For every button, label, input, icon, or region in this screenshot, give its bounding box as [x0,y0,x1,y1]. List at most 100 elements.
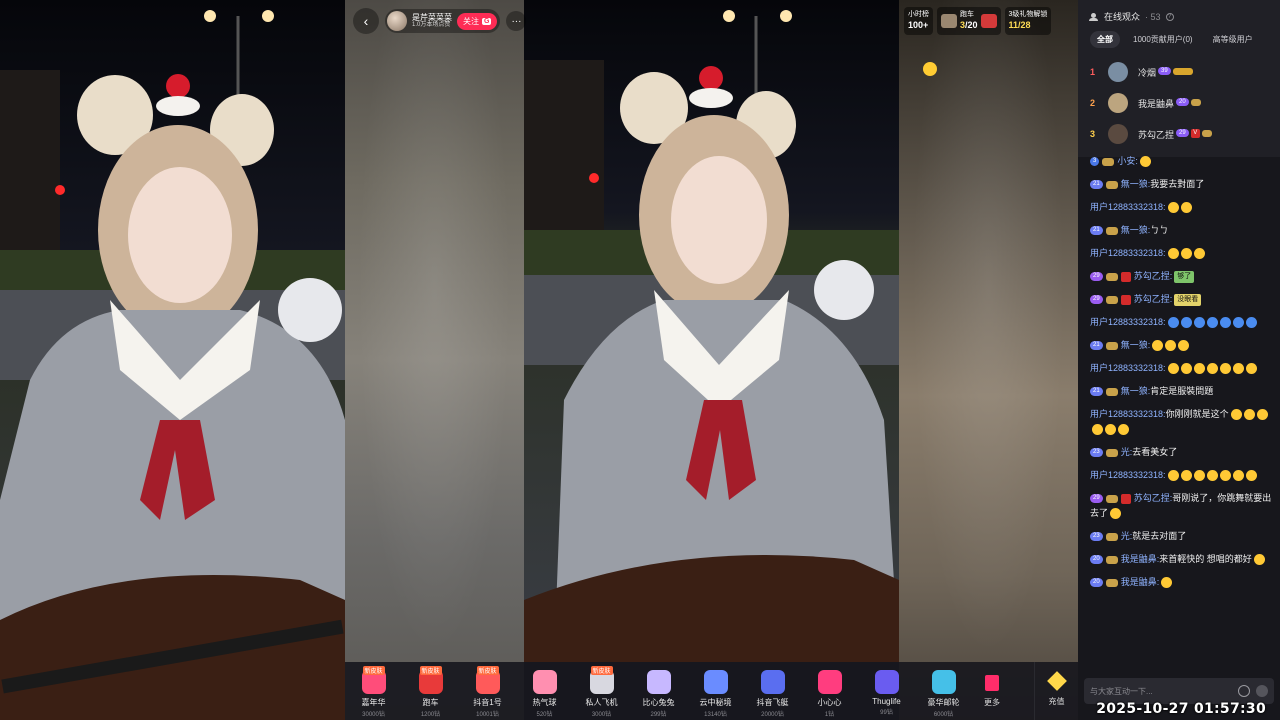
chat-username[interactable]: 我是鼬鼻: [1121,577,1160,587]
fan-badge-icon [1102,157,1115,166]
chat-username[interactable]: 苏勾乙捏: [1134,493,1173,503]
gift-price: 520钻 [536,712,553,718]
stream-video-center [524,0,899,662]
chat-username[interactable]: 用户12883332318: [1090,409,1166,419]
chat-username[interactable]: 用户12883332318: [1090,202,1166,212]
gift-price: 1钻 [824,712,835,718]
chat-username[interactable]: 用户12883332318: [1090,248,1166,258]
chat-username[interactable]: 無一狼: [1121,386,1151,396]
level-badge: 29 [1176,129,1189,138]
tab-high-level[interactable]: 高等级用户 [1206,31,1260,48]
help-icon[interactable]: ? [1165,12,1174,21]
fan-badge-icon [1105,180,1118,189]
fan-badge-icon [1105,494,1118,503]
chat-message: 21 無一狼:ㄅㄅ [1090,223,1272,238]
gift-item[interactable]: Thuglife 99钻 [858,664,915,718]
gift-item[interactable]: 比心兔兔 299钻 [630,664,687,718]
sports-car-icon [980,14,997,28]
level-badge: 21 [1090,387,1103,397]
chat-username[interactable]: 用户12883332318: [1090,317,1166,327]
audience-title: 在线观众 [1104,12,1141,22]
gift-price: 299钻 [650,712,667,718]
more-gifts-button[interactable]: 更多 [974,664,1010,708]
chat-text: ㄅㄅ [1150,225,1169,235]
emoji-icon [1245,317,1257,329]
chat-input[interactable] [1090,686,1233,696]
gift-item[interactable]: 小心心 1钻 [801,664,858,718]
chat-feed: 3 小安: 21 無一狼:我要去對面了 用户12883332318: 21 無一狼:ㄅㄅ 用户… [1078,154,1280,672]
gift-item[interactable]: 云中秘境 13140钻 [687,664,744,718]
gift-item[interactable]: 新皮肤 私人飞机 3000钻 [573,664,630,718]
emoji-icon [1110,508,1122,520]
emoji-icon [1161,577,1173,589]
recharge-button[interactable]: 充值 [1034,662,1078,720]
gift-name: 跑车 [422,698,439,707]
chat-username[interactable]: 無一狼: [1121,225,1151,235]
chat-username[interactable]: 我是鼬鼻: [1121,554,1160,564]
chat-message: 23 光:去看美女了 [1090,445,1272,460]
hourly-rank-title: 小时榜 [908,11,929,19]
hourly-rank-chip[interactable]: 小时榜 100+ [904,7,933,35]
gift-item[interactable]: 新皮肤 跑车 1200钻 [402,664,459,718]
gift-item[interactable]: 新皮肤 嘉年华 30000钻 [345,664,402,718]
emoji-icon [1165,340,1177,352]
level-badge: 20 [1090,555,1103,565]
gift-icon [760,670,785,694]
gift-price: 20000钻 [761,712,784,718]
level-badge: 20 [1176,98,1189,107]
gift-item[interactable]: 豪华邮轮 6000钻 [915,664,972,718]
tab-all[interactable]: 全部 [1090,31,1120,48]
top-audience-list: 1 冷烟 39 2 我是鼬鼻 20 3 苏勾乙捏 29 V [1078,48,1280,149]
tab-contributors[interactable]: 1000贡献用户(0) [1126,31,1200,48]
top-user-row[interactable]: 2 我是鼬鼻 20 [1078,87,1280,118]
chat-username[interactable]: 光: [1121,531,1133,541]
emoji-icon [1206,317,1218,329]
chat-text: 你刚刚就是这个 [1165,409,1229,419]
gift-icon [646,670,671,694]
host-avatar[interactable] [387,11,407,31]
top-user-row[interactable]: 1 冷烟 39 [1078,56,1280,87]
host-profile[interactable]: 是芹菜菜菜 1.0万本场点赞 关注 G [385,9,501,33]
top-user-info: 冷烟 39 [1138,63,1193,81]
fan-badge-icon [1105,295,1118,304]
top-user-name: 冷烟 [1138,67,1157,78]
more-options-button[interactable]: ··· [506,11,527,31]
gift-icon [817,670,842,694]
fan-badge-icon [1105,578,1118,587]
gift-name: 嘉年华 [361,698,386,707]
emoji-icon [1232,317,1244,329]
sports-car-chip[interactable]: 跑车 3/20 [937,7,1001,35]
stream-video-left [0,0,345,720]
chat-text: 就是去对面了 [1132,531,1187,541]
top-user-avatar[interactable] [1108,92,1128,113]
gift-item[interactable]: 抖音飞艇 20000钻 [744,664,801,718]
ellipsis-icon: ··· [511,15,522,27]
chat-username[interactable]: 苏勾乙捏: [1134,294,1173,304]
level-badge: 21 [1090,180,1103,190]
chat-message: 20 我是鼬鼻: [1090,575,1272,590]
fan-badge-icon [1105,387,1118,396]
top-user-row[interactable]: 3 苏勾乙捏 29 V [1078,118,1280,149]
chat-username[interactable]: 苏勾乙捏: [1134,271,1173,281]
send-icon[interactable] [1256,685,1268,697]
follow-button[interactable]: 关注 G [457,12,498,30]
gift-name: 抖音1号 [473,698,502,707]
gift-name: 私人飞机 [585,698,618,707]
new-skin-tag: 新皮肤 [476,666,499,675]
top-user-avatar[interactable] [1108,61,1128,82]
chat-username[interactable]: 無一狼: [1121,179,1151,189]
gift-item[interactable]: 新皮肤 抖音1号 10001钻 [459,664,516,718]
emoji-icon [1230,409,1242,421]
emoji-icon [1193,363,1205,375]
emoji-icon [1105,424,1116,436]
emoji-icon[interactable] [1238,685,1250,697]
gift-item[interactable]: 热气球 520钻 [516,664,573,718]
chat-username[interactable]: 無一狼: [1121,340,1151,350]
chat-username[interactable]: 小安: [1117,156,1138,166]
chat-username[interactable]: 光: [1121,447,1133,457]
top-user-avatar[interactable] [1108,123,1128,144]
back-button[interactable]: ‹ [353,8,379,34]
chat-username[interactable]: 用户12883332318: [1090,363,1166,373]
gift-unlock-chip[interactable]: 3级礼物解锁 11/28 [1004,7,1052,35]
chat-username[interactable]: 用户12883332318: [1090,470,1166,480]
